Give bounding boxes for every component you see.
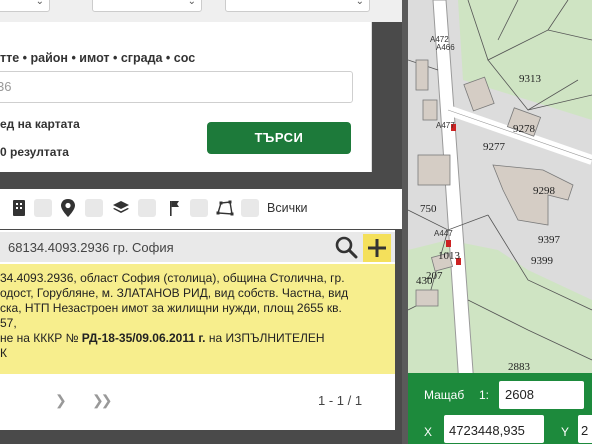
svg-text:9399: 9399 bbox=[531, 255, 554, 267]
svg-text:A472: A472 bbox=[430, 35, 449, 44]
search-icon[interactable] bbox=[334, 235, 358, 259]
object-filter-bar: Всички bbox=[0, 189, 402, 229]
result-details: 34.4093.2936, област София (столица), об… bbox=[0, 264, 395, 374]
result-line-text: на ИЗПЪЛНИТЕЛЕН bbox=[205, 331, 325, 345]
building-icon[interactable] bbox=[9, 198, 29, 218]
result-line-text: не на КККР № bbox=[0, 331, 82, 345]
top-filter-bar: ⌄ ⌄ ⌄ bbox=[0, 0, 402, 22]
result-line: ска, НТП Незастроен имот за жилищни нужд… bbox=[0, 301, 342, 315]
result-header: 68134.4093.2936 гр. София bbox=[0, 232, 395, 262]
municipality-select[interactable]: ⌄ bbox=[92, 0, 202, 12]
left-panel: ⌄ ⌄ ⌄ тте • район • имот • сграда • сос … bbox=[0, 0, 402, 444]
chevron-down-icon: ⌄ bbox=[35, 0, 44, 7]
region-select[interactable]: ⌄ bbox=[0, 0, 50, 12]
svg-text:9298: 9298 bbox=[533, 185, 556, 197]
x-coordinate-input[interactable]: 4723448,935 bbox=[444, 415, 544, 443]
svg-text:9397: 9397 bbox=[538, 234, 561, 246]
svg-text:A477: A477 bbox=[436, 121, 455, 130]
svg-text:1013: 1013 bbox=[438, 250, 461, 262]
result-panel: 68134.4093.2936 гр. София 34.4093.2936, … bbox=[0, 230, 395, 430]
svg-text:A466: A466 bbox=[436, 43, 455, 52]
layers-checkbox[interactable] bbox=[138, 199, 156, 217]
last-page-icon[interactable]: ❯❯ bbox=[92, 392, 113, 409]
result-line: 34.4093.2936, област София (столица), об… bbox=[0, 271, 345, 285]
result-line: одост, Горубляне, м. ЗЛАТАНОВ РИД, вид с… bbox=[0, 286, 349, 300]
result-line: 57, bbox=[0, 316, 17, 330]
scale-input[interactable]: 2608 bbox=[499, 381, 584, 409]
building-checkbox[interactable] bbox=[34, 199, 52, 217]
svg-text:9313: 9313 bbox=[519, 73, 542, 85]
chevron-down-icon: ⌄ bbox=[187, 0, 196, 7]
search-hint: тте • район • имот • сграда • сос bbox=[0, 51, 196, 65]
svg-text:A447: A447 bbox=[434, 229, 453, 238]
results-count: 0 резултата bbox=[0, 145, 69, 159]
page-count: 1 - 1 / 1 bbox=[318, 393, 363, 408]
y-coordinate-input[interactable]: 2 bbox=[578, 415, 592, 443]
search-form: тте • район • имот • сграда • сос 36 ед … bbox=[0, 22, 372, 172]
result-line: К bbox=[0, 346, 7, 360]
chevron-down-icon: ⌄ bbox=[355, 0, 364, 7]
search-input[interactable]: 36 bbox=[0, 71, 353, 103]
x-label: X bbox=[424, 425, 433, 439]
filter-all-label[interactable]: Всички bbox=[267, 201, 308, 215]
pin-checkbox[interactable] bbox=[85, 199, 103, 217]
order-number: РД-18-35/09.06.2011 г. bbox=[81, 331, 206, 345]
next-page-icon[interactable]: ❯ bbox=[55, 392, 67, 409]
result-title: 68134.4093.2936 гр. София bbox=[8, 240, 174, 255]
map-coordinates-panel: Мащаб 1: 2608 X 4723448,935 Y 2 bbox=[408, 373, 592, 444]
flag-checkbox[interactable] bbox=[190, 199, 208, 217]
svg-text:9277: 9277 bbox=[483, 141, 506, 153]
polygon-checkbox[interactable] bbox=[241, 199, 259, 217]
pager: ❯ ❯❯ 1 - 1 / 1 bbox=[0, 388, 395, 418]
result-line: не на КККР № РД-18-35/09.06.2011 г. на И… bbox=[0, 331, 395, 346]
scale-label: Мащаб bbox=[424, 388, 465, 402]
scale-prefix: 1: bbox=[479, 388, 490, 402]
svg-text:9278: 9278 bbox=[513, 123, 536, 135]
y-label: Y bbox=[561, 425, 570, 439]
add-icon[interactable] bbox=[363, 234, 391, 262]
polygon-icon[interactable] bbox=[215, 198, 235, 218]
settlement-select[interactable]: ⌄ bbox=[225, 0, 370, 12]
svg-text:2883: 2883 bbox=[508, 361, 531, 373]
show-on-map-checkbox-label[interactable]: ед на картата bbox=[0, 117, 80, 131]
svg-text:750: 750 bbox=[420, 203, 437, 215]
layers-icon[interactable] bbox=[111, 198, 131, 218]
search-button[interactable]: ТЪРСИ bbox=[207, 122, 351, 154]
flag-icon[interactable] bbox=[164, 198, 184, 218]
location-pin-icon[interactable] bbox=[58, 198, 78, 218]
svg-text:430: 430 bbox=[416, 275, 433, 287]
